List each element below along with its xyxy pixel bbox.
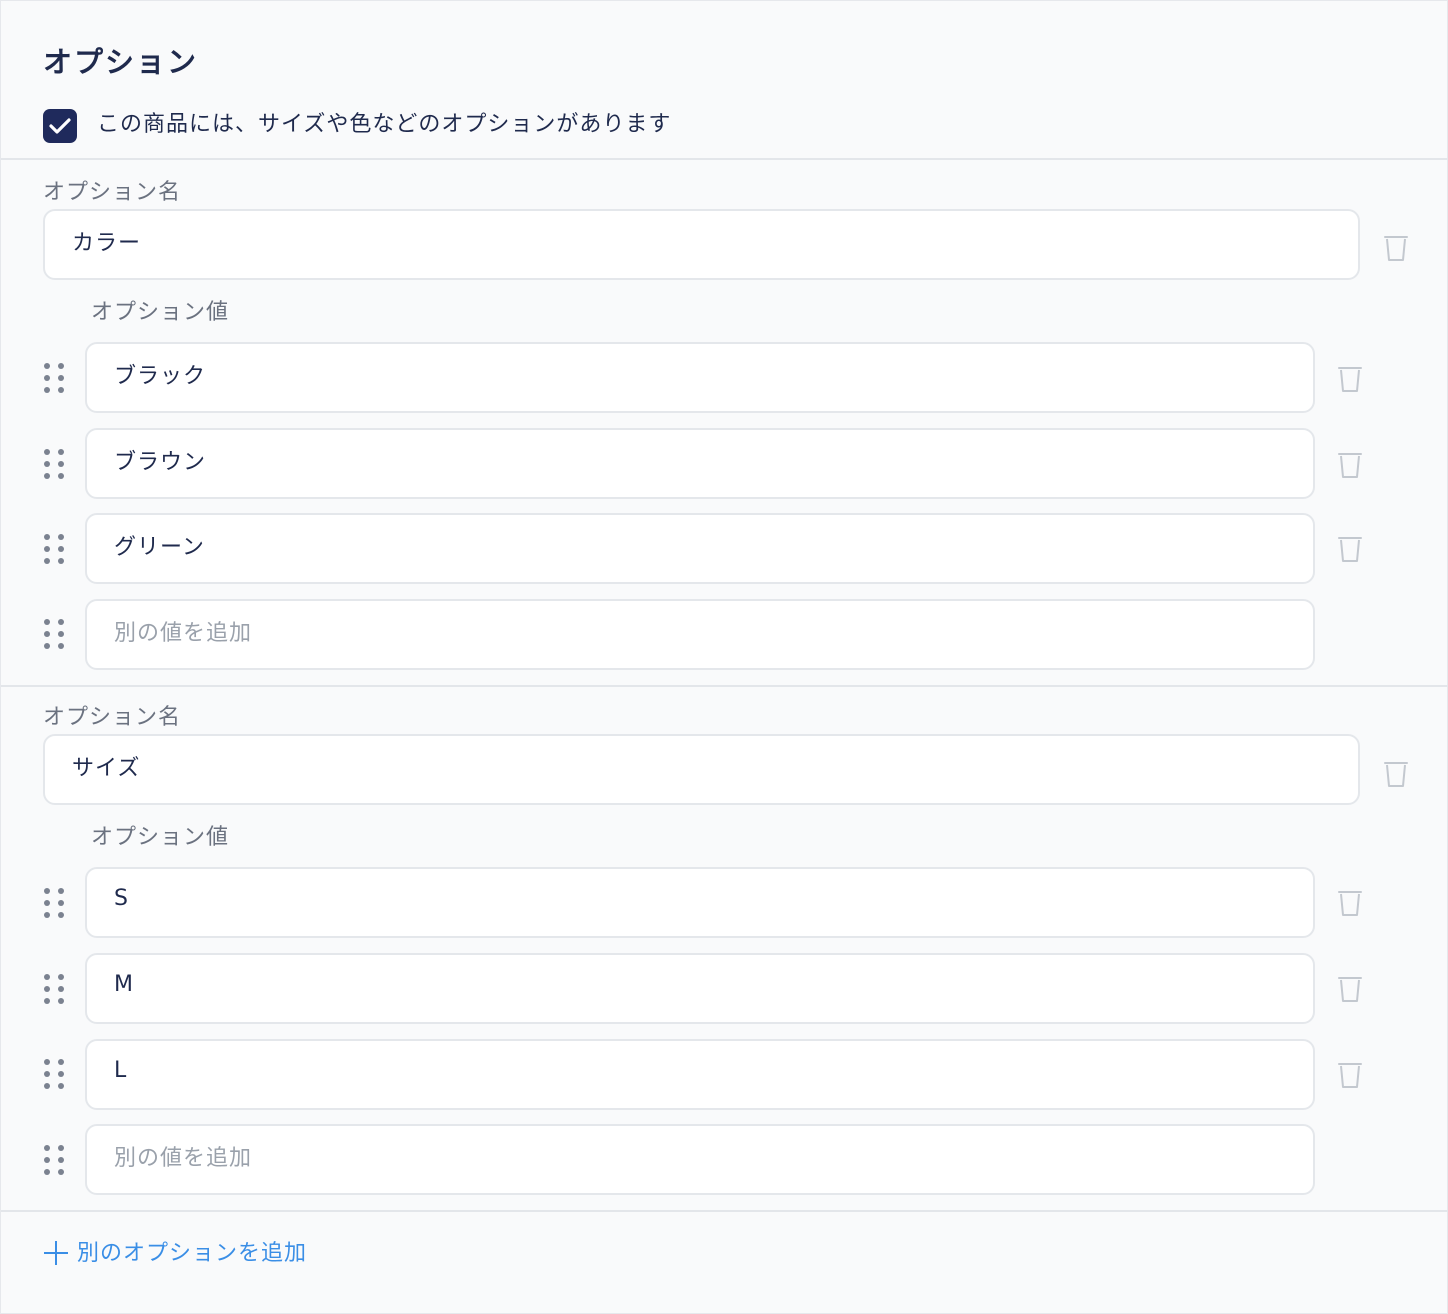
option-value-text: ブラック bbox=[114, 363, 207, 389]
add-value-input[interactable]: 別の値を追加 bbox=[85, 1124, 1315, 1195]
trash-icon bbox=[1338, 537, 1362, 562]
option-value-input[interactable]: M bbox=[85, 953, 1315, 1024]
add-value-placeholder: 別の値を追加 bbox=[114, 620, 253, 646]
has-options-row: この商品には、サイズや色などのオプションがあります bbox=[43, 109, 671, 143]
trash-icon bbox=[1338, 453, 1362, 478]
delete-value-button[interactable] bbox=[1336, 1060, 1364, 1090]
option-value-text: L bbox=[114, 1058, 128, 1083]
option-value-text: ブラウン bbox=[114, 449, 207, 475]
drag-handle-icon[interactable] bbox=[44, 1145, 64, 1175]
trash-icon bbox=[1384, 762, 1408, 787]
delete-option-button[interactable] bbox=[1382, 233, 1410, 263]
option-name-value: カラー bbox=[72, 230, 142, 256]
option-name-input[interactable]: サイズ bbox=[43, 734, 1360, 805]
divider bbox=[1, 158, 1448, 160]
trash-icon bbox=[1338, 977, 1362, 1002]
option-name-value: サイズ bbox=[72, 755, 141, 781]
has-options-label: この商品には、サイズや色などのオプションがあります bbox=[97, 112, 672, 137]
delete-value-button[interactable] bbox=[1336, 450, 1364, 480]
add-value-input[interactable]: 別の値を追加 bbox=[85, 599, 1315, 670]
option-name-label: オプション名 bbox=[43, 705, 182, 730]
check-icon bbox=[49, 118, 71, 134]
add-option-button[interactable]: 別のオプションを追加 bbox=[43, 1237, 307, 1269]
drag-handle-icon[interactable] bbox=[44, 619, 64, 649]
option-name-label: オプション名 bbox=[43, 180, 182, 205]
options-panel: オプション この商品には、サイズや色などのオプションがあります オプション名 カ… bbox=[0, 0, 1448, 1314]
delete-value-button[interactable] bbox=[1336, 534, 1364, 564]
option-value-input[interactable]: L bbox=[85, 1039, 1315, 1110]
option-value-text: S bbox=[114, 886, 129, 911]
drag-handle-icon[interactable] bbox=[44, 974, 64, 1004]
trash-icon bbox=[1338, 891, 1362, 916]
trash-icon bbox=[1338, 1063, 1362, 1088]
option-value-input[interactable]: ブラック bbox=[85, 342, 1315, 413]
drag-handle-icon[interactable] bbox=[44, 363, 64, 393]
option-values-label: オプション値 bbox=[91, 825, 230, 850]
delete-value-button[interactable] bbox=[1336, 888, 1364, 918]
delete-value-button[interactable] bbox=[1336, 974, 1364, 1004]
option-value-text: グリーン bbox=[114, 534, 205, 560]
trash-icon bbox=[1384, 236, 1408, 261]
option-value-input[interactable]: S bbox=[85, 867, 1315, 938]
divider bbox=[1, 685, 1448, 687]
option-value-input[interactable]: グリーン bbox=[85, 513, 1315, 584]
delete-option-button[interactable] bbox=[1382, 759, 1410, 789]
trash-icon bbox=[1338, 367, 1362, 392]
add-option-label: 別のオプションを追加 bbox=[77, 1241, 308, 1266]
drag-handle-icon[interactable] bbox=[44, 534, 64, 564]
drag-handle-icon[interactable] bbox=[44, 888, 64, 918]
divider bbox=[1, 1210, 1448, 1212]
option-value-input[interactable]: ブラウン bbox=[85, 428, 1315, 499]
drag-handle-icon[interactable] bbox=[44, 449, 64, 479]
plus-icon bbox=[43, 1240, 69, 1266]
option-value-text: M bbox=[114, 972, 134, 997]
has-options-checkbox[interactable] bbox=[43, 109, 77, 143]
option-values-label: オプション値 bbox=[91, 300, 230, 325]
drag-handle-icon[interactable] bbox=[44, 1059, 64, 1089]
option-name-input[interactable]: カラー bbox=[43, 209, 1360, 280]
add-value-placeholder: 別の値を追加 bbox=[114, 1145, 253, 1171]
section-title: オプション bbox=[43, 45, 199, 79]
delete-value-button[interactable] bbox=[1336, 364, 1364, 394]
